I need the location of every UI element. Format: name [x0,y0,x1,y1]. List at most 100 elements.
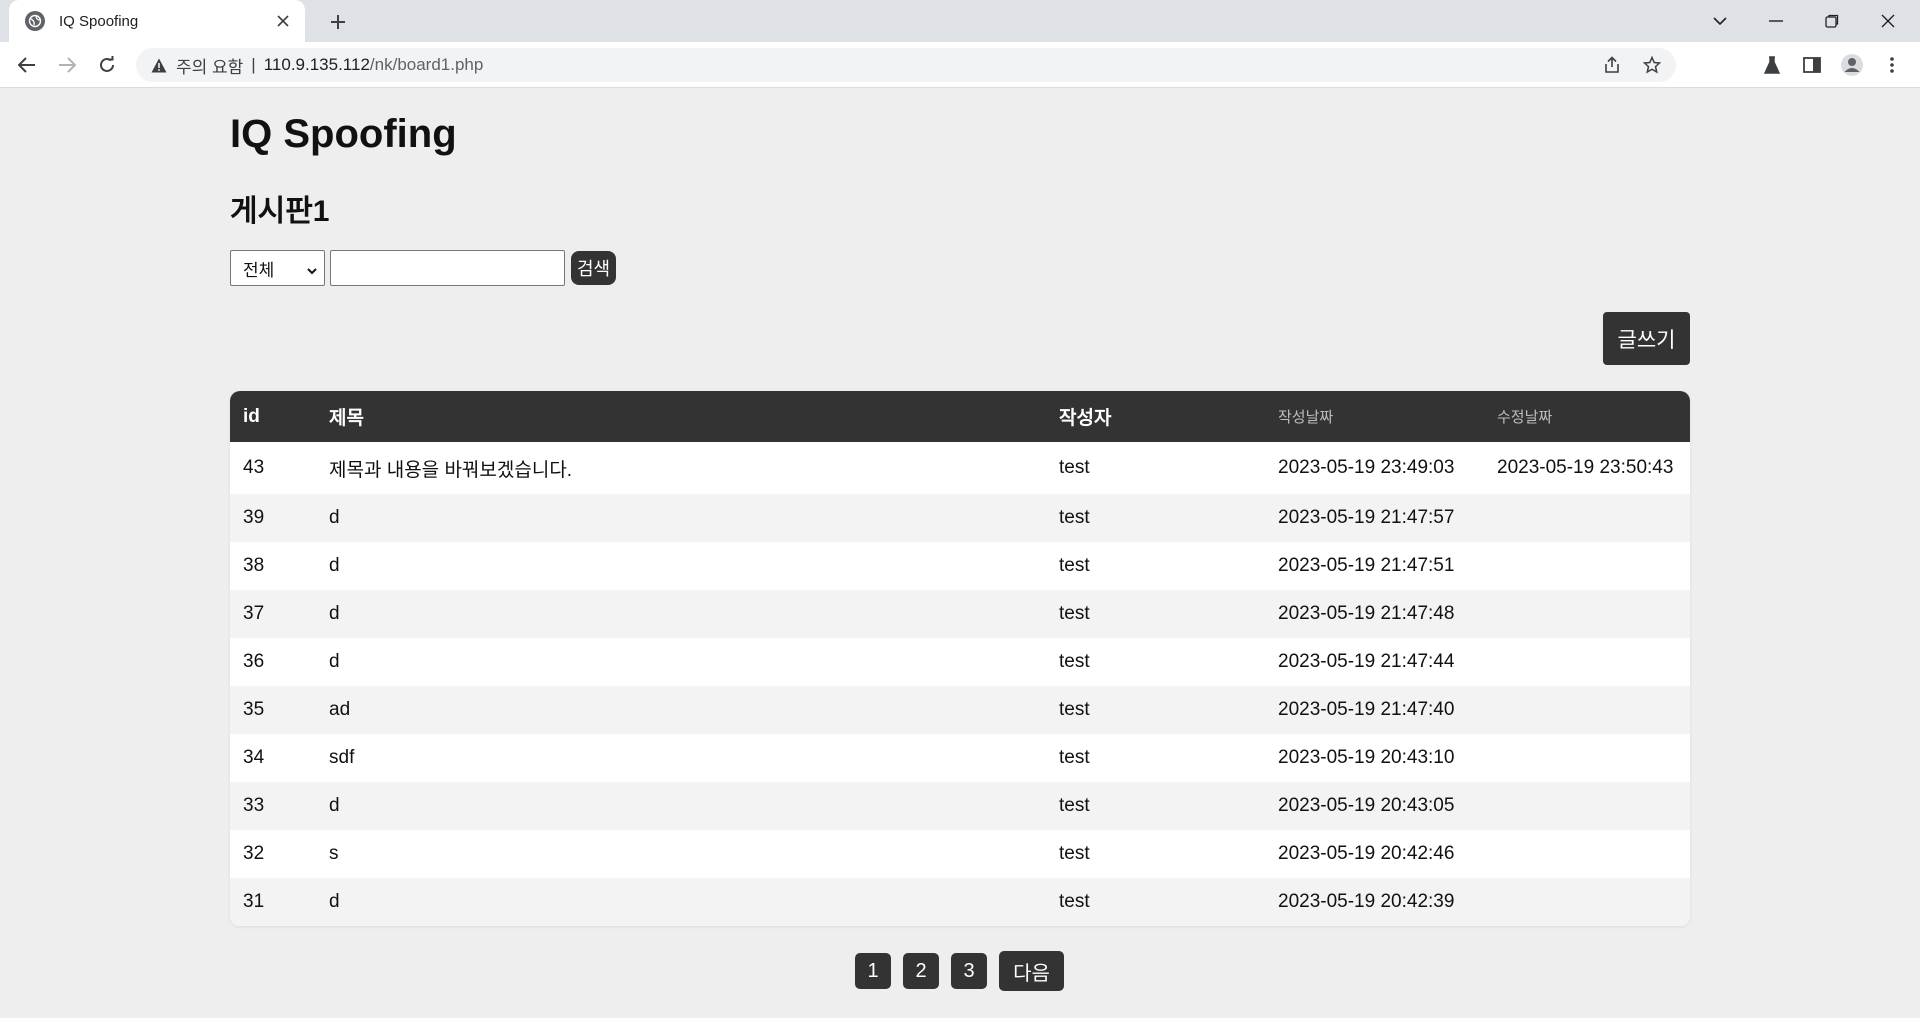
search-field-select[interactable]: 전체 [230,250,325,286]
next-page-button[interactable]: 다음 [999,951,1064,991]
row-id: 39 [243,507,265,528]
board-table: id 제목 작성자 작성날짜 수정날짜 43 제목과 내용을 바꿔보겠습니다. … [230,391,1690,926]
header-updated: 수정날짜 [1497,409,1553,426]
row-author: test [1059,507,1090,528]
url-separator: | [251,55,256,74]
row-title-link[interactable]: d [316,507,1046,529]
row-created: 2023-05-19 20:43:10 [1278,747,1455,768]
row-title-link[interactable]: d [316,795,1046,817]
row-id: 43 [243,457,265,478]
row-title-link[interactable]: ad [316,699,1046,721]
row-author: test [1059,795,1090,816]
row-created: 2023-05-19 23:49:03 [1278,457,1455,478]
close-tab-icon[interactable] [271,9,295,33]
row-author: test [1059,603,1090,624]
table-row[interactable]: 43 제목과 내용을 바꿔보겠습니다. test 2023-05-19 23:4… [230,442,1690,494]
chevron-down-icon [306,262,318,282]
row-title-link[interactable]: d [316,651,1046,673]
table-row[interactable]: 32 s test 2023-05-19 20:42:46 [230,830,1690,878]
table-row[interactable]: 33 d test 2023-05-19 20:43:05 [230,782,1690,830]
profile-avatar-icon[interactable] [1836,49,1868,81]
table-row[interactable]: 36 d test 2023-05-19 21:47:44 [230,638,1690,686]
row-created: 2023-05-19 20:42:39 [1278,891,1455,912]
search-input[interactable] [330,250,565,286]
row-title-link[interactable]: s [316,843,1046,865]
minimize-icon[interactable] [1748,0,1804,42]
row-author: test [1059,651,1090,672]
table-row[interactable]: 39 d test 2023-05-19 21:47:57 [230,494,1690,542]
row-updated: 2023-05-19 23:50:43 [1497,457,1674,478]
browser-tab-strip: IQ Spoofing [0,0,1920,42]
site-title: IQ Spoofing [230,112,457,156]
row-title-link[interactable]: 제목과 내용을 바꿔보겠습니다. [316,455,1046,482]
browser-toolbar: 주의 요함 | 110.9.135.112/nk/board1.php [0,42,1920,88]
row-created: 2023-05-19 21:47:51 [1278,555,1455,576]
row-created: 2023-05-19 20:42:46 [1278,843,1455,864]
url-host: 110.9.135.112 [263,55,370,74]
page-button-3[interactable]: 3 [951,953,987,989]
forward-arrow-icon[interactable] [51,49,83,81]
header-id: id [243,405,260,427]
header-author: 작성자 [1059,408,1112,429]
url-path: /nk/board1.php [369,55,484,74]
row-created: 2023-05-19 20:43:05 [1278,795,1455,816]
tab-search-chevron-icon[interactable] [1692,0,1748,42]
table-row[interactable]: 35 ad test 2023-05-19 21:47:40 [230,686,1690,734]
header-title: 제목 [329,408,364,429]
row-title-link[interactable]: d [316,555,1046,577]
more-menu-icon[interactable] [1876,49,1908,81]
row-title-link[interactable]: d [316,603,1046,625]
table-row[interactable]: 34 sdf test 2023-05-19 20:43:10 [230,734,1690,782]
pagination: 1 2 3 다음 [855,951,1064,991]
bookmark-star-icon[interactable] [1636,49,1668,81]
globe-icon [25,11,45,31]
row-created: 2023-05-19 21:47:44 [1278,651,1455,672]
omnibox-actions [1596,48,1668,82]
address-bar[interactable]: 주의 요함 | 110.9.135.112/nk/board1.php [136,48,1676,82]
row-id: 35 [243,699,265,720]
url-text[interactable]: 110.9.135.112/nk/board1.php [264,55,484,75]
row-author: test [1059,699,1090,720]
row-id: 37 [243,603,265,624]
side-panel-icon[interactable] [1796,49,1828,81]
row-created: 2023-05-19 21:47:48 [1278,603,1455,624]
board-title: 게시판1 [230,195,330,228]
close-window-icon[interactable] [1860,0,1916,42]
row-id: 31 [243,891,265,912]
row-author: test [1059,457,1090,478]
table-row[interactable]: 31 d test 2023-05-19 20:42:39 [230,878,1690,926]
row-id: 38 [243,555,265,576]
search-button[interactable]: 검색 [571,251,617,285]
share-icon[interactable] [1596,49,1628,81]
page-button-2[interactable]: 2 [903,953,939,989]
tab-title: IQ Spoofing [59,12,139,30]
warning-icon[interactable] [150,56,168,74]
back-arrow-icon[interactable] [11,49,43,81]
row-author: test [1059,843,1090,864]
row-id: 33 [243,795,265,816]
restore-icon[interactable] [1804,0,1860,42]
row-title-link[interactable]: sdf [316,747,1046,769]
table-row[interactable]: 37 d test 2023-05-19 21:47:48 [230,590,1690,638]
row-author: test [1059,555,1090,576]
row-created: 2023-05-19 21:47:40 [1278,699,1455,720]
search-form: 전체 검색 [230,250,617,286]
row-author: test [1059,891,1090,912]
write-post-button[interactable]: 글쓰기 [1603,312,1690,365]
header-created: 작성날짜 [1278,409,1334,426]
row-id: 36 [243,651,265,672]
page-button-1[interactable]: 1 [855,953,891,989]
new-tab-icon[interactable] [324,8,352,36]
browser-tab[interactable]: IQ Spoofing [9,0,305,42]
row-author: test [1059,747,1090,768]
row-created: 2023-05-19 21:47:57 [1278,507,1455,528]
labs-flask-icon[interactable] [1756,49,1788,81]
table-header-row: id 제목 작성자 작성날짜 수정날짜 [230,391,1690,442]
row-id: 32 [243,843,265,864]
table-row[interactable]: 38 d test 2023-05-19 21:47:51 [230,542,1690,590]
security-warning-label[interactable]: 주의 요함 [176,53,243,78]
row-id: 34 [243,747,265,768]
search-select-value: 전체 [243,260,275,280]
row-title-link[interactable]: d [316,891,1046,913]
reload-icon[interactable] [91,49,123,81]
